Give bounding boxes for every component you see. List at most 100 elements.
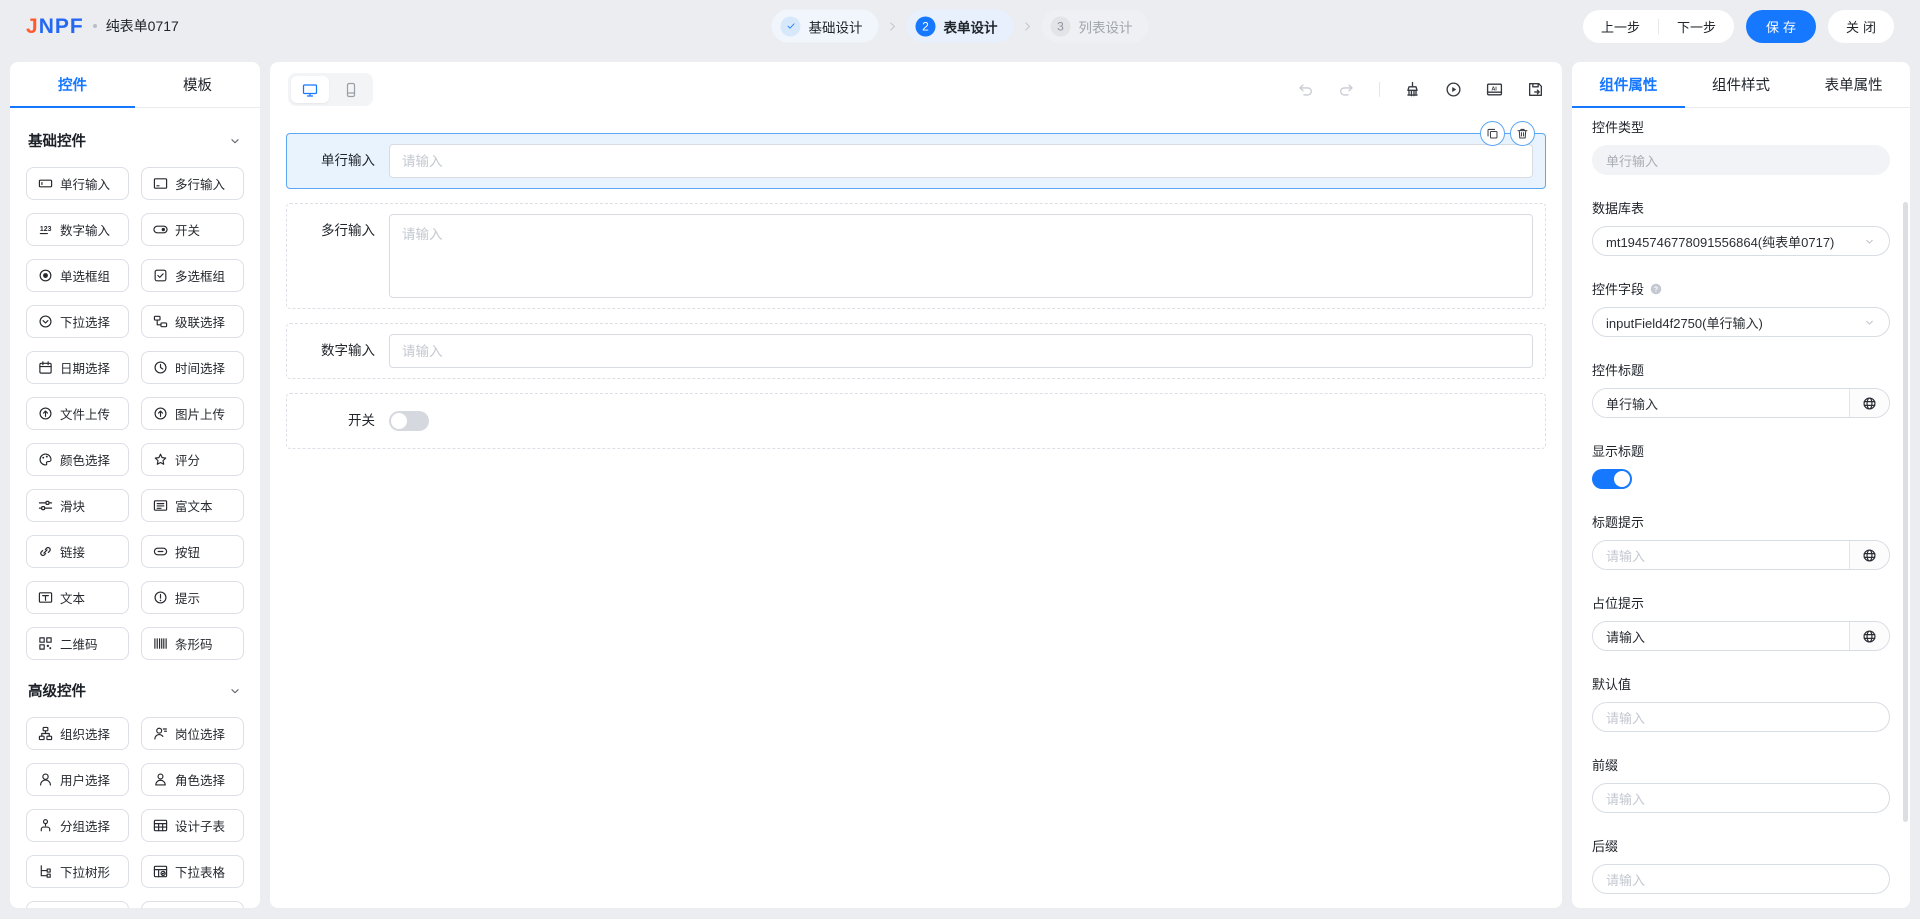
prop-field-label: 默认值 (1592, 675, 1890, 692)
sidebar-tab-1[interactable]: 控件 (10, 62, 135, 107)
stepper: 基础设计 2 表单设计 3 列表设计 (771, 9, 1149, 43)
step-3[interactable]: 3 列表设计 (1041, 9, 1149, 43)
properties-tab-2[interactable]: 组件样式 (1685, 62, 1798, 107)
section-title: 高级控件 (28, 680, 242, 701)
save-button[interactable]: 保存 (1745, 9, 1816, 43)
disabled-input: 单行输入 (1592, 145, 1890, 175)
main-content: 控件 模板 基础控件 单行输入 多行输入 123 数字输入 开关 单选框组 多选框组 下拉选择 级联… (10, 62, 1910, 908)
control-item-label: 评分 (175, 454, 201, 468)
slider-icon (38, 498, 53, 513)
control-item-label: 组织选择 (60, 728, 111, 742)
prev-step-button[interactable]: 上一步 (1583, 10, 1658, 43)
post-icon (153, 726, 168, 741)
prop-field-label: 前缀 (1592, 756, 1890, 773)
control-item-select[interactable]: 下拉选择 (26, 305, 129, 338)
select-input[interactable]: mt1945746778091556864(纯表单0717) (1592, 226, 1890, 256)
control-item-richtext[interactable]: 富文本 (141, 489, 244, 522)
clear-form-icon[interactable] (1404, 81, 1421, 98)
globe-icon[interactable] (1849, 541, 1889, 569)
control-item-link[interactable]: 链接 (26, 535, 129, 568)
control-item-alert[interactable]: 提示 (141, 581, 244, 614)
control-item-post[interactable]: 岗位选择 (141, 717, 244, 750)
canvas-switch[interactable] (389, 411, 429, 431)
prop-field-6: 标题提示 请输入 (1592, 513, 1890, 570)
control-item-upload[interactable]: 文件上传 (26, 397, 129, 430)
control-item-uploadimg[interactable]: 图片上传 (141, 397, 244, 430)
text-input[interactable]: 单行输入 (1593, 389, 1849, 417)
text-input[interactable]: 请输入 (1592, 783, 1890, 813)
globe-icon[interactable] (1849, 389, 1889, 417)
canvas-row-switch[interactable]: 开关 (286, 393, 1546, 449)
chevron-down-icon[interactable] (228, 684, 242, 698)
text-input[interactable]: 请输入 (1593, 622, 1849, 650)
properties-tab-1[interactable]: 组件属性 (1572, 62, 1685, 107)
control-item-tree[interactable]: 下拉树形 (26, 855, 129, 888)
control-item-org[interactable]: 组织选择 (26, 717, 129, 750)
text-input[interactable]: 请输入 (1592, 864, 1890, 894)
copy-icon[interactable] (1480, 121, 1505, 146)
controls-sidebar: 控件 模板 基础控件 单行输入 多行输入 123 数字输入 开关 单选框组 多选框组 下拉选择 级联… (10, 62, 260, 908)
control-item-subtable[interactable]: 设计子表 (141, 809, 244, 842)
control-item-date[interactable]: 日期选择 (26, 351, 129, 384)
close-button[interactable]: 关闭 (1827, 9, 1894, 43)
control-item-button[interactable]: 按钮 (141, 535, 244, 568)
header-actions: 上一步 下一步 保存 关闭 (1582, 9, 1894, 43)
control-item-color[interactable]: 颜色选择 (26, 443, 129, 476)
preview-icon[interactable] (1445, 81, 1462, 98)
control-item-number[interactable]: 123 数字输入 (26, 213, 129, 246)
ai-template-icon[interactable]: AI (1486, 81, 1503, 98)
step-1[interactable]: 基础设计 (771, 9, 879, 43)
tree-icon (38, 864, 53, 879)
canvas-input-field[interactable] (389, 334, 1533, 368)
role-icon (153, 772, 168, 787)
control-item-time[interactable]: 时间选择 (141, 351, 244, 384)
control-item-role[interactable]: 角色选择 (141, 763, 244, 796)
control-item-area[interactable]: 省市区划 (141, 901, 244, 908)
control-item-user[interactable]: 用户选择 (26, 763, 129, 796)
select-input[interactable]: inputField4f2750(单行输入) (1592, 307, 1890, 337)
control-item-tableselect[interactable]: 下拉表格 (141, 855, 244, 888)
form-canvas[interactable]: 单行输入多行输入数字输入开关 (270, 115, 1562, 908)
trash-icon[interactable] (1510, 121, 1535, 146)
control-item-label: 下拉树形 (60, 866, 111, 880)
control-item-group[interactable]: 分组选择 (26, 809, 129, 842)
scrollbar-thumb[interactable] (1903, 202, 1908, 822)
canvas-row-textarea[interactable]: 多行输入 (286, 203, 1546, 309)
control-item-switch[interactable]: 开关 (141, 213, 244, 246)
control-grid: 单行输入 多行输入 123 数字输入 开关 单选框组 多选框组 下拉选择 级联选择 日期选择 时间选… (26, 167, 244, 660)
desktop-view-button[interactable] (291, 76, 329, 103)
control-item-checkbox[interactable]: 多选框组 (141, 259, 244, 292)
control-item-qrcode[interactable]: 二维码 (26, 627, 129, 660)
control-item-text[interactable]: 文本 (26, 581, 129, 614)
section-title-text: 高级控件 (28, 684, 86, 700)
sidebar-tab-2[interactable]: 模板 (135, 62, 260, 107)
control-item-cascade[interactable]: 级联选择 (141, 305, 244, 338)
step-2[interactable]: 2 表单设计 (906, 9, 1014, 43)
canvas-textarea-field[interactable] (389, 214, 1533, 298)
control-item-rate[interactable]: 评分 (141, 443, 244, 476)
control-item-input[interactable]: 单行输入 (26, 167, 129, 200)
control-item-textarea[interactable]: 多行输入 (141, 167, 244, 200)
prop-label-text: 后缀 (1592, 839, 1619, 854)
save-template-icon[interactable] (1527, 81, 1544, 98)
help-icon[interactable]: ? (1649, 282, 1663, 296)
text-input[interactable]: 请输入 (1592, 702, 1890, 732)
chevron-down-icon[interactable] (228, 134, 242, 148)
next-step-button[interactable]: 下一步 (1659, 10, 1734, 43)
canvas-input-field[interactable] (389, 144, 1533, 178)
control-item-popup[interactable]: 弹窗选择 (26, 901, 129, 908)
canvas-row-input[interactable]: 单行输入 (286, 121, 1546, 189)
canvas-row-input[interactable]: 数字输入 (286, 323, 1546, 379)
subtable-icon (153, 818, 168, 833)
control-item-slider[interactable]: 滑块 (26, 489, 129, 522)
control-item-label: 用户选择 (60, 774, 111, 788)
text-input[interactable]: 请输入 (1593, 541, 1849, 569)
i18n-input-group: 单行输入 (1592, 388, 1890, 418)
globe-icon[interactable] (1849, 622, 1889, 650)
properties-tab-3[interactable]: 表单属性 (1797, 62, 1910, 107)
richtext-icon (153, 498, 168, 513)
phone-view-button[interactable] (332, 76, 370, 103)
control-item-barcode[interactable]: 条形码 (141, 627, 244, 660)
display-title-switch[interactable] (1592, 469, 1632, 489)
control-item-radio[interactable]: 单选框组 (26, 259, 129, 292)
